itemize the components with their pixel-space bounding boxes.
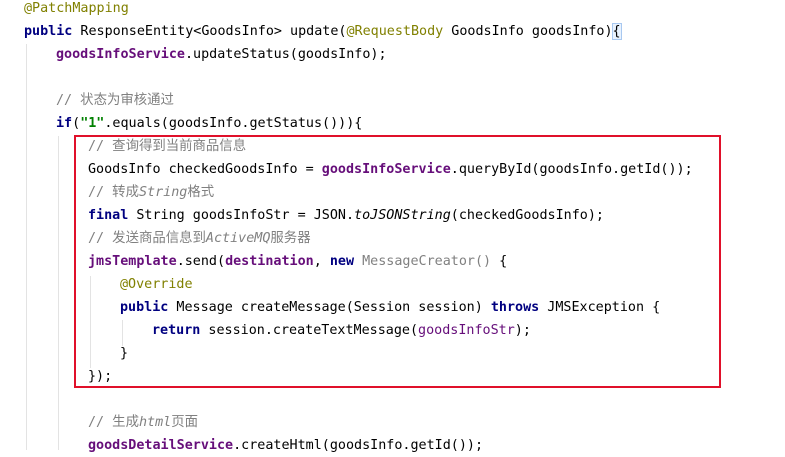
- comment-text: // 生成: [88, 415, 139, 430]
- code-comment: // 状态为审核通过: [56, 93, 174, 108]
- code-text: .createHtml(goodsInfo.getId());: [233, 438, 484, 453]
- annotation-requestbody: @RequestBody: [346, 24, 444, 39]
- code-text: ResponseEntity<GoodsInfo> update(: [72, 24, 347, 39]
- code-text: .equals(goodsInfo.getStatus())){: [104, 116, 363, 131]
- string-literal: "1": [80, 116, 105, 131]
- keyword-if: if: [56, 116, 73, 131]
- code-comment: // 生成html页面: [88, 411, 198, 434]
- code-editor[interactable]: @PatchMapping public ResponseEntity<Good…: [0, 0, 785, 453]
- keyword-public: public: [24, 24, 73, 39]
- code-text: .updateStatus(goodsInfo);: [185, 47, 387, 62]
- code-line: goodsInfoService.updateStatus(goodsInfo)…: [56, 43, 387, 66]
- code-line-if: if("1".equals(goodsInfo.getStatus())){: [56, 112, 362, 135]
- field-ref: goodsInfoService: [56, 47, 185, 62]
- matched-brace: {: [611, 23, 622, 40]
- highlight-box: [74, 135, 721, 388]
- code-line-method-signature: public ResponseEntity<GoodsInfo> update(…: [24, 20, 622, 43]
- comment-text: 页面: [171, 415, 198, 430]
- code-line-annotation: @PatchMapping: [24, 1, 129, 16]
- code-text: (: [72, 116, 81, 131]
- indent-guide: [58, 136, 59, 450]
- comment-text: html: [138, 415, 172, 430]
- code-line: goodsDetailService.createHtml(goodsInfo.…: [88, 434, 483, 457]
- indent-guide: [26, 44, 27, 450]
- field-ref: goodsDetailService: [88, 438, 234, 453]
- code-text: GoodsInfo goodsInfo): [443, 24, 613, 39]
